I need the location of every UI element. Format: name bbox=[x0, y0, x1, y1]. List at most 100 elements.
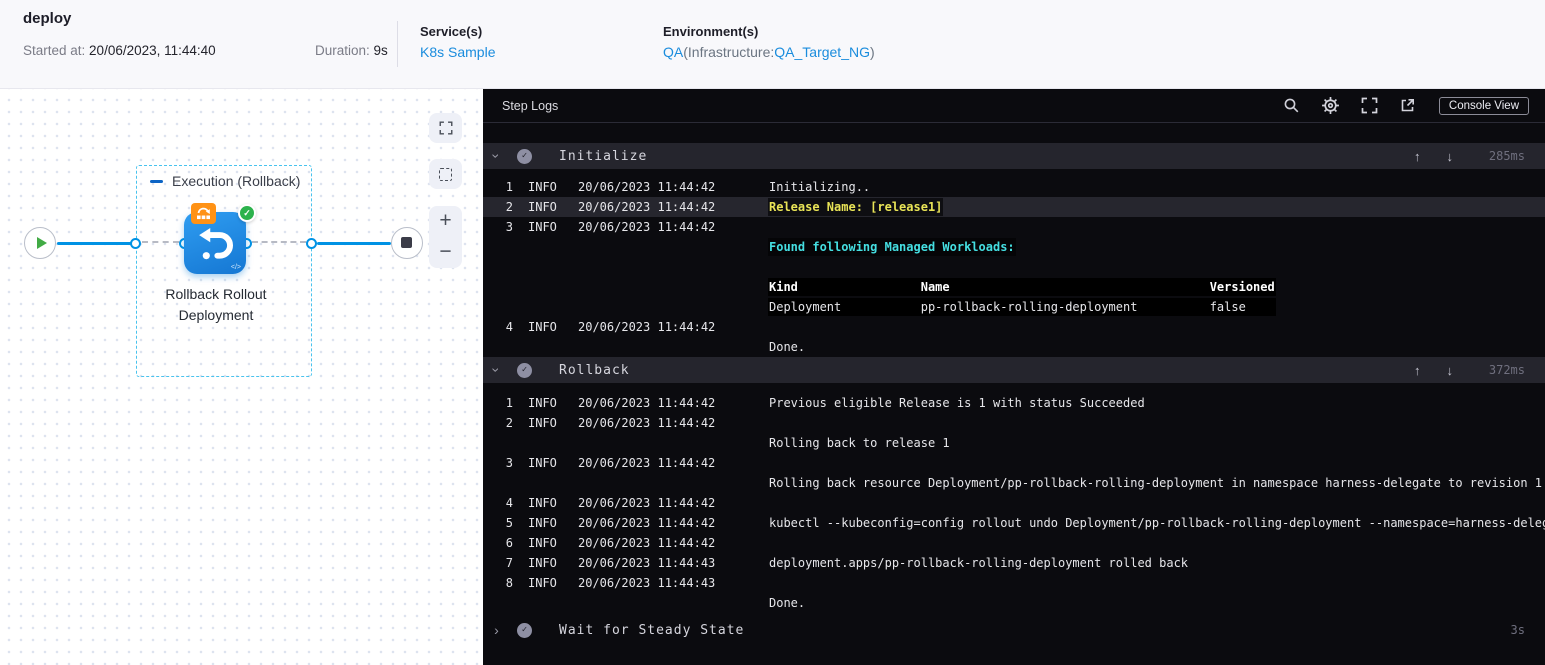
rollback-step-node[interactable]: ✓ </> bbox=[184, 203, 256, 274]
log-line-number: 8 bbox=[505, 576, 513, 590]
section-duration: 285ms bbox=[1488, 149, 1525, 163]
step-logs-panel: Step Logs Console View › ✓ Initialize ↑ ↓ 285… bbox=[483, 89, 1545, 665]
log-row: Done. bbox=[483, 337, 1545, 357]
services-label: Service(s) bbox=[420, 24, 483, 39]
scroll-to-top-icon[interactable]: ↑ bbox=[1414, 363, 1421, 378]
log-section-body: 1 INFO 20/06/2023 11:44:42 Previous eligibl… bbox=[483, 383, 1545, 613]
log-row: 6 INFO 20/06/2023 11:44:42 bbox=[483, 533, 1545, 553]
log-timestamp: 20/06/2023 11:44:43 bbox=[578, 556, 716, 570]
zoom-in-button[interactable]: + bbox=[429, 206, 462, 237]
console-view-button[interactable]: Console View bbox=[1438, 96, 1529, 115]
log-message bbox=[768, 501, 770, 505]
log-line-number: 2 bbox=[505, 200, 513, 214]
log-row: 7 INFO 20/06/2023 11:44:43 deployment.apps/… bbox=[483, 553, 1545, 573]
log-message: deployment.apps/pp-rollback-rolling-depl… bbox=[769, 556, 1189, 570]
log-row: Found following Managed Workloads: bbox=[483, 237, 1545, 257]
log-message: Previous eligible Release is 1 with stat… bbox=[769, 396, 1145, 410]
log-level: INFO bbox=[528, 396, 557, 410]
scroll-to-bottom-icon[interactable]: ↓ bbox=[1447, 149, 1454, 164]
log-row: 1 INFO 20/06/2023 11:44:42 Initializing.. bbox=[483, 177, 1545, 197]
connector-dot bbox=[130, 238, 141, 249]
open-in-new-icon[interactable] bbox=[1399, 97, 1416, 114]
started-at: Started at: 20/06/2023, 11:44:40 bbox=[23, 43, 216, 58]
log-timestamp: 20/06/2023 11:44:42 bbox=[578, 320, 716, 334]
log-message bbox=[768, 225, 770, 229]
log-row: Rolling back to release 1 bbox=[483, 433, 1545, 453]
log-line-number: 7 bbox=[505, 556, 513, 570]
execution-header: deploy Started at: 20/06/2023, 11:44:40 … bbox=[0, 0, 1545, 89]
step-logs-title: Step Logs bbox=[502, 98, 559, 113]
log-message: Rolling back resource Deployment/pp-roll… bbox=[769, 476, 1543, 490]
log-line-number: 5 bbox=[505, 516, 513, 530]
log-level: INFO bbox=[528, 456, 557, 470]
start-node[interactable] bbox=[24, 227, 56, 259]
environment-link[interactable]: QA bbox=[663, 44, 683, 60]
pipeline-canvas[interactable]: Execution (Rollback) ✓ </> Rollback Roll… bbox=[0, 89, 483, 665]
step-logs-toolbar: Step Logs Console View bbox=[483, 89, 1545, 123]
log-message bbox=[768, 461, 770, 465]
log-row: Done. bbox=[483, 593, 1545, 613]
edge-group-to-end bbox=[317, 242, 391, 245]
zoom-out-button[interactable]: − bbox=[429, 237, 462, 268]
section-title: Wait for Steady State bbox=[559, 622, 745, 638]
log-message: Initializing.. bbox=[769, 180, 871, 194]
step-node-label: Rollback Rollout Deployment bbox=[165, 286, 267, 323]
log-row bbox=[483, 257, 1545, 277]
log-message bbox=[768, 421, 770, 425]
scroll-to-bottom-icon[interactable]: ↓ bbox=[1447, 363, 1454, 378]
execution-group-label[interactable]: Execution (Rollback) bbox=[150, 173, 300, 189]
log-sections: › ✓ Initialize ↑ ↓ 285ms 1 INFO 20/06/2023 11:44… bbox=[483, 143, 1545, 643]
scroll-to-top-icon[interactable]: ↑ bbox=[1414, 149, 1421, 164]
log-timestamp: 20/06/2023 11:44:42 bbox=[578, 536, 716, 550]
fullscreen-icon[interactable] bbox=[1361, 97, 1378, 114]
log-row: Kind Name Versioned bbox=[483, 277, 1545, 297]
play-icon bbox=[37, 237, 47, 249]
section-title: Rollback bbox=[559, 362, 630, 378]
log-section-header-rollback[interactable]: › ✓ Rollback ↑ ↓ 372ms bbox=[483, 357, 1545, 383]
log-row: 3 INFO 20/06/2023 11:44:42 bbox=[483, 453, 1545, 473]
gear-icon[interactable] bbox=[1321, 96, 1340, 115]
log-message: Rolling back to release 1 bbox=[769, 436, 950, 450]
services-block: Service(s) K8s Sample bbox=[420, 24, 495, 60]
log-level: INFO bbox=[528, 416, 557, 430]
environments-label: Environment(s) bbox=[663, 24, 759, 39]
log-level: INFO bbox=[528, 536, 557, 550]
connector-dot bbox=[306, 238, 317, 249]
end-node[interactable] bbox=[391, 227, 423, 259]
log-line-number: 3 bbox=[505, 456, 513, 470]
service-link[interactable]: K8s Sample bbox=[420, 44, 495, 60]
infrastructure-link[interactable]: QA_Target_NG bbox=[774, 44, 870, 60]
canvas-fullscreen-button[interactable] bbox=[429, 113, 462, 143]
log-level: INFO bbox=[528, 496, 557, 510]
log-level: INFO bbox=[528, 180, 557, 194]
log-line-number: 6 bbox=[505, 536, 513, 550]
edge-start-to-group bbox=[57, 242, 135, 245]
section-duration: 3s bbox=[1510, 623, 1525, 637]
log-row: 2 INFO 20/06/2023 11:44:42 bbox=[483, 413, 1545, 433]
section-title: Initialize bbox=[559, 148, 648, 164]
fullscreen-icon bbox=[439, 121, 452, 135]
log-message bbox=[768, 541, 770, 545]
log-line-number: 4 bbox=[505, 496, 513, 510]
duration: Duration: 9s bbox=[315, 43, 388, 58]
collapse-dash-icon[interactable] bbox=[150, 179, 163, 183]
log-message: Done. bbox=[769, 596, 806, 610]
log-timestamp: 20/06/2023 11:44:42 bbox=[578, 200, 716, 214]
canvas-select-button[interactable] bbox=[429, 159, 462, 189]
section-duration: 372ms bbox=[1488, 363, 1525, 377]
log-timestamp: 20/06/2023 11:44:42 bbox=[578, 396, 716, 410]
log-line-number: 1 bbox=[505, 396, 513, 410]
log-message bbox=[768, 325, 770, 329]
status-success-icon: ✓ bbox=[517, 148, 532, 164]
log-row: 2 INFO 20/06/2023 11:44:42 Release Name: [r… bbox=[483, 197, 1545, 217]
log-timestamp: 20/06/2023 11:44:43 bbox=[578, 576, 716, 590]
chevron-down-icon: › bbox=[488, 153, 505, 159]
search-icon[interactable] bbox=[1283, 97, 1300, 114]
infrastructure-prefix: (Infrastructure: bbox=[683, 44, 775, 60]
log-section-header-initialize[interactable]: › ✓ Initialize ↑ ↓ 285ms bbox=[483, 143, 1545, 169]
log-level: INFO bbox=[528, 220, 557, 234]
log-timestamp: 20/06/2023 11:44:42 bbox=[578, 456, 716, 470]
log-level: INFO bbox=[528, 576, 557, 590]
log-row: Rolling back resource Deployment/pp-roll… bbox=[483, 473, 1545, 493]
log-section-header-wait-for-steady-state[interactable]: › ✓ Wait for Steady State 3s bbox=[483, 617, 1545, 643]
